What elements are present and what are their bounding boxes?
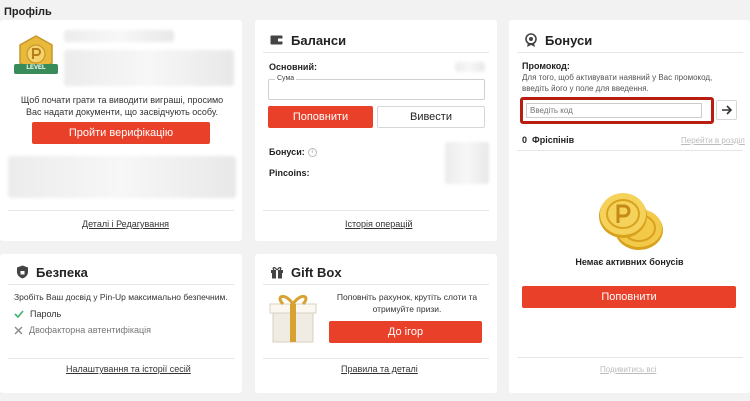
info-icon: i — [307, 147, 317, 157]
coins-illustration — [597, 190, 667, 252]
promo-hint: Для того, щоб активувати наявний у Вас п… — [522, 73, 713, 93]
bonuses-card: Бонуси Промокод: Для того, щоб активуват… — [509, 20, 750, 393]
arrow-right-icon — [721, 105, 732, 115]
security-item-label: Пароль — [30, 309, 62, 319]
level-badge: LEVEL — [14, 34, 58, 80]
gift-icon — [269, 264, 285, 280]
giftbox-description: Поповніть рахунок, крутіть слоти та отри… — [336, 292, 478, 314]
balances-title-divider — [263, 52, 489, 53]
bonus-values-blur — [445, 142, 489, 184]
security-description: Зробіть Ваш досвід у Pin-Up максимально … — [14, 292, 228, 302]
bonuses-title-divider — [517, 52, 743, 53]
view-all-link[interactable]: Подивитись всі — [600, 365, 656, 374]
security-divider — [8, 358, 234, 359]
verify-button[interactable]: Пройти верифікацію — [32, 122, 210, 144]
sessions-settings-link[interactable]: Налаштування та історії сесій — [66, 364, 191, 374]
userinfo-blur — [64, 50, 234, 86]
verify-text: Щоб почати грати та виводити виграші, пр… — [20, 95, 224, 117]
giftbox-illustration — [265, 290, 321, 344]
medal-icon — [523, 32, 539, 48]
promo-input-highlight — [520, 97, 714, 124]
history-link[interactable]: Історія операцій — [345, 219, 412, 229]
giftbox-divider — [263, 358, 489, 359]
freespins-divider — [517, 150, 743, 151]
amount-field[interactable]: Сума — [268, 75, 485, 100]
security-card: Безпека Зробіть Ваш досвід у Pin-Up макс… — [0, 254, 242, 393]
security-item-password: Пароль — [14, 309, 61, 319]
amount-label: Сума — [275, 75, 297, 82]
main-balance-label: Основний: — [269, 62, 317, 72]
no-bonuses-text: Немає активних бонусів — [575, 257, 684, 267]
giftbox-title: Gift Box — [269, 264, 342, 280]
profile-divider — [8, 210, 234, 211]
balances-title: Баланси — [269, 32, 346, 48]
promo-input[interactable] — [526, 103, 702, 118]
freespins-label: Фріспінів — [532, 135, 575, 145]
profile-card: LEVEL Щоб почати грати та виводити вигра… — [0, 20, 242, 241]
withdraw-button[interactable]: Вивести — [377, 106, 485, 128]
giftbox-title-divider — [263, 284, 489, 285]
security-item-2fa: Двофакторна автентифікація — [14, 325, 151, 335]
level-badge-icon — [14, 35, 58, 74]
security-item-label: Двофакторна автентифікація — [29, 325, 152, 335]
gift-box-image-icon — [269, 295, 317, 343]
username-blur — [64, 30, 174, 42]
promo-label: Промокод: — [522, 61, 570, 71]
bonuses-balance-label: Бонуси: i — [269, 147, 317, 157]
bonuses-divider — [517, 357, 743, 358]
freespins-row: 0 Фріспінів — [522, 135, 574, 145]
gold-coins-icon — [599, 193, 663, 250]
promo-submit-button[interactable] — [716, 100, 737, 120]
bonuses-title: Бонуси — [523, 32, 592, 48]
page-title: Профіль — [4, 6, 52, 18]
shield-icon — [14, 264, 30, 280]
badge-text: LEVEL — [26, 65, 46, 71]
goto-section-link[interactable]: Перейти в розділ — [681, 136, 745, 145]
to-games-button[interactable]: До ігор — [329, 321, 482, 343]
bonuses-deposit-button[interactable]: Поповнити — [522, 286, 736, 308]
check-icon — [14, 310, 24, 318]
pincoins-label: Pincoins: — [269, 168, 310, 178]
giftbox-card: Gift Box Поповніть рахунок, крутіть слот… — [255, 254, 497, 393]
balances-divider — [263, 210, 489, 211]
profile-data-blur — [8, 156, 236, 198]
details-link[interactable]: Деталі і Редагування — [82, 219, 169, 229]
rules-link[interactable]: Правила та деталі — [341, 364, 418, 374]
cross-icon — [14, 326, 23, 334]
security-title: Безпека — [14, 264, 88, 280]
deposit-button[interactable]: Поповнити — [268, 106, 373, 128]
wallet-icon — [269, 32, 285, 48]
main-balance-value-blur — [455, 62, 485, 72]
balances-card: Баланси Основний: Сума Поповнити Вивести… — [255, 20, 497, 241]
freespins-count: 0 — [522, 135, 528, 145]
security-title-divider — [8, 284, 234, 285]
